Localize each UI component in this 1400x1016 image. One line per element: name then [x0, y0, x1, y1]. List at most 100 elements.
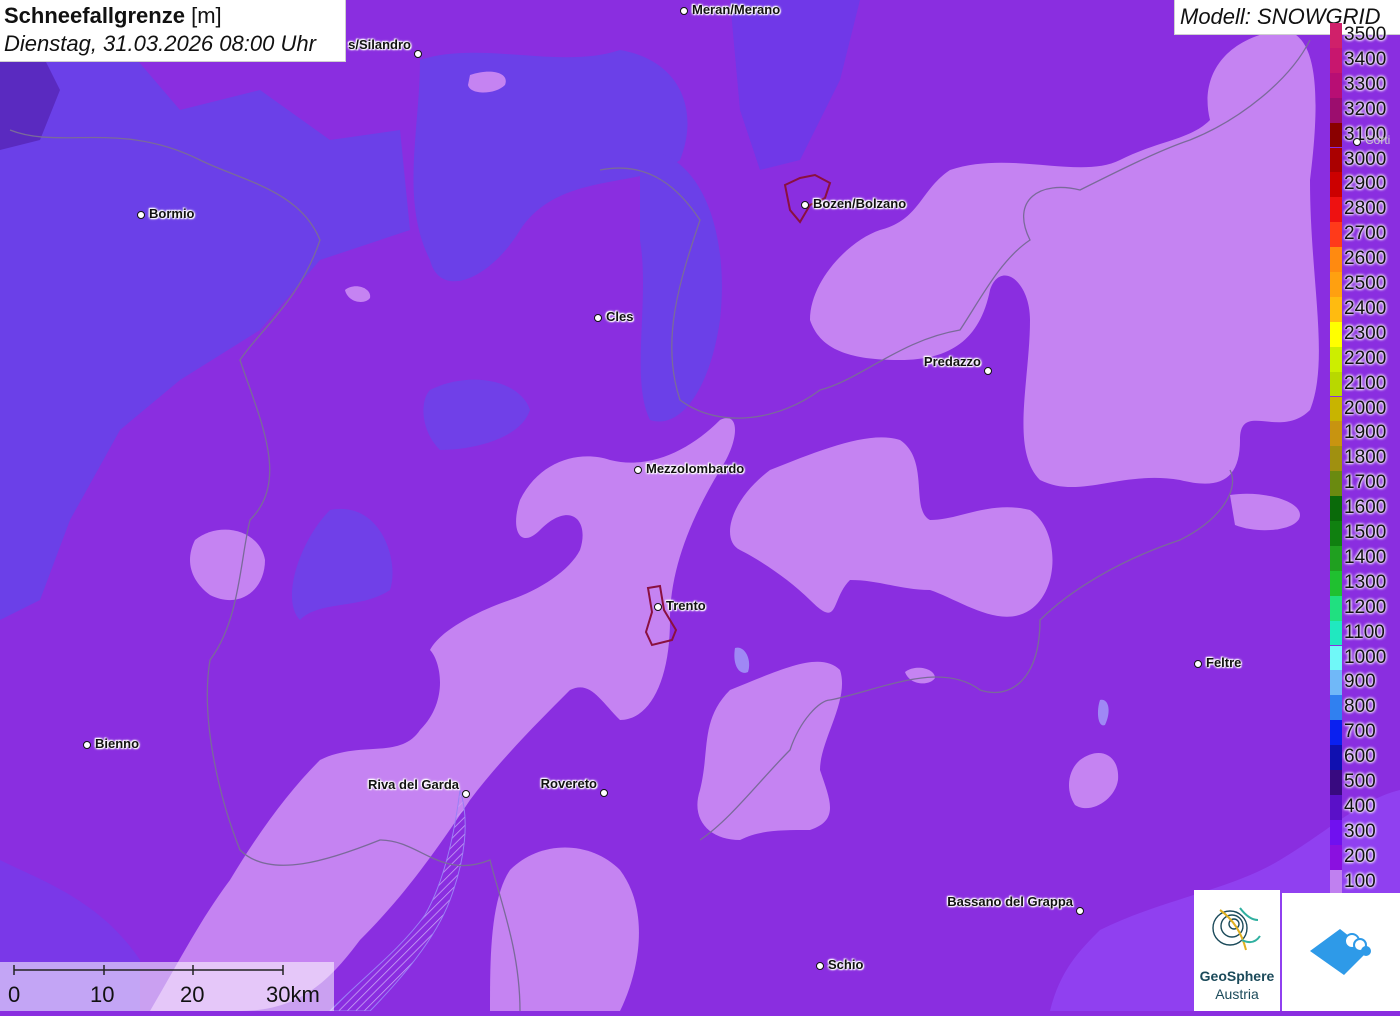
- legend-swatch: [1330, 471, 1342, 497]
- legend-label: 3400: [1344, 48, 1387, 70]
- legend-label: 2000: [1344, 397, 1387, 419]
- title-unit: [m]: [191, 3, 222, 28]
- legend-label: 400: [1344, 795, 1376, 817]
- legend-row: 2600: [1330, 247, 1400, 272]
- legend-swatch: [1330, 47, 1342, 73]
- legend-row: 2900: [1330, 172, 1400, 198]
- city-dot: [633, 465, 642, 474]
- legend-swatch: [1330, 670, 1342, 696]
- app-logo[interactable]: [1282, 893, 1400, 1011]
- legend-label: 900: [1344, 671, 1376, 693]
- legend-row: 2100: [1330, 371, 1400, 397]
- city-label: Bormio: [149, 206, 195, 221]
- city-label: Cles: [606, 309, 634, 324]
- legend-row: 1500: [1330, 521, 1400, 546]
- legend-row: 2000: [1330, 396, 1400, 422]
- legend-label: 1200: [1344, 596, 1387, 618]
- legend-swatch: [1330, 147, 1342, 173]
- city-label: Bozen/Bolzano: [813, 196, 907, 211]
- legend-swatch: [1330, 794, 1342, 820]
- city-label: Corti: [1365, 133, 1391, 147]
- city-label: Riva del Garda: [367, 777, 459, 792]
- city-label: Mezzolombardo: [646, 461, 745, 476]
- legend-label: 2700: [1344, 223, 1387, 245]
- title-main: Schneefallgrenze: [4, 3, 185, 28]
- legend-row: 1700: [1330, 471, 1400, 497]
- city-label: Meran/Merano: [692, 2, 781, 17]
- legend-row: 1400: [1330, 545, 1400, 571]
- city-label: Feltre: [1206, 655, 1242, 670]
- legend-swatch: [1330, 645, 1342, 671]
- geosphere-logo[interactable]: GeoSphere Austria: [1194, 890, 1280, 1011]
- legend-swatch: [1330, 122, 1342, 148]
- color-legend: 3500 3400 3300 3200 3100 3000 2900 2800 2700 2600…: [1330, 23, 1400, 895]
- geosphere-text-2: Austria: [1215, 986, 1259, 1002]
- legend-swatch: [1330, 346, 1342, 372]
- legend-row: 3000: [1330, 147, 1400, 173]
- legend-label: 1700: [1344, 472, 1387, 494]
- legend-row: 1800: [1330, 446, 1400, 472]
- legend-swatch: [1330, 247, 1342, 272]
- legend-swatch: [1330, 819, 1342, 845]
- legend-label: 700: [1344, 721, 1376, 743]
- legend-label: 800: [1344, 696, 1376, 718]
- legend-swatch: [1330, 396, 1342, 422]
- legend-swatch: [1330, 720, 1342, 746]
- legend-row: 3200: [1330, 97, 1400, 123]
- city-dot: [413, 49, 422, 58]
- title-box: Schneefallgrenze [m] Dienstag, 31.03.202…: [0, 0, 346, 62]
- legend-swatch: [1330, 421, 1342, 447]
- city-dot: [136, 210, 145, 219]
- geosphere-icon: [1212, 907, 1261, 951]
- legend-row: 1300: [1330, 570, 1400, 596]
- legend-swatch: [1330, 296, 1342, 322]
- legend-label: 3500: [1344, 24, 1387, 45]
- legend-row: 3400: [1330, 47, 1400, 73]
- legend-swatch: [1330, 545, 1342, 571]
- city-dot: [593, 313, 602, 322]
- legend-swatch: [1330, 570, 1342, 596]
- city-label: Predazzo: [923, 354, 981, 369]
- legend-row: 500: [1330, 770, 1400, 795]
- legend-row: 2300: [1330, 321, 1400, 347]
- legend-label: 2400: [1344, 297, 1387, 319]
- city-dot: [461, 789, 470, 798]
- legend-swatch: [1330, 844, 1342, 870]
- legend-row: 3300: [1330, 72, 1400, 98]
- legend-label: 2200: [1344, 347, 1387, 369]
- city-label: s/Silandro: [348, 37, 411, 52]
- city-dot: [599, 788, 608, 797]
- legend-swatch: [1330, 695, 1342, 721]
- legend-swatch: [1330, 272, 1342, 297]
- legend-swatch: [1330, 595, 1342, 621]
- city-dot: [1193, 659, 1202, 668]
- city-dot: [1352, 137, 1361, 146]
- scale-label-10: 10: [90, 982, 115, 1007]
- legend-row: 200: [1330, 844, 1400, 870]
- legend-row: 100: [1330, 869, 1400, 895]
- snowline-map[interactable]: [0, 0, 1400, 1011]
- legend-label: 1500: [1344, 522, 1387, 543]
- legend-swatch: [1330, 321, 1342, 347]
- legend-label: 1300: [1344, 571, 1387, 593]
- legend-label: 500: [1344, 771, 1376, 792]
- legend-row: 1100: [1330, 620, 1400, 646]
- legend-row: 700: [1330, 720, 1400, 746]
- city-dot: [800, 200, 809, 209]
- city-label: Schio: [828, 957, 864, 972]
- scale-label-20: 20: [180, 982, 205, 1007]
- legend-row: 900: [1330, 670, 1400, 696]
- legend-swatch: [1330, 869, 1342, 895]
- legend-label: 1400: [1344, 546, 1387, 568]
- legend-label: 1800: [1344, 447, 1387, 469]
- legend-label: 1100: [1344, 621, 1385, 643]
- legend-label: 3000: [1344, 148, 1387, 170]
- map-datetime: Dienstag, 31.03.2026 08:00 Uhr: [4, 31, 316, 56]
- legend-row: 2800: [1330, 197, 1400, 223]
- scale-bar: 0 10 20 30km: [0, 962, 334, 1011]
- city-dot: [983, 366, 992, 375]
- geosphere-text-1: GeoSphere: [1199, 968, 1275, 984]
- legend-row: 2400: [1330, 296, 1400, 322]
- city-label: Bienno: [95, 736, 140, 751]
- legend-label: 2800: [1344, 198, 1387, 220]
